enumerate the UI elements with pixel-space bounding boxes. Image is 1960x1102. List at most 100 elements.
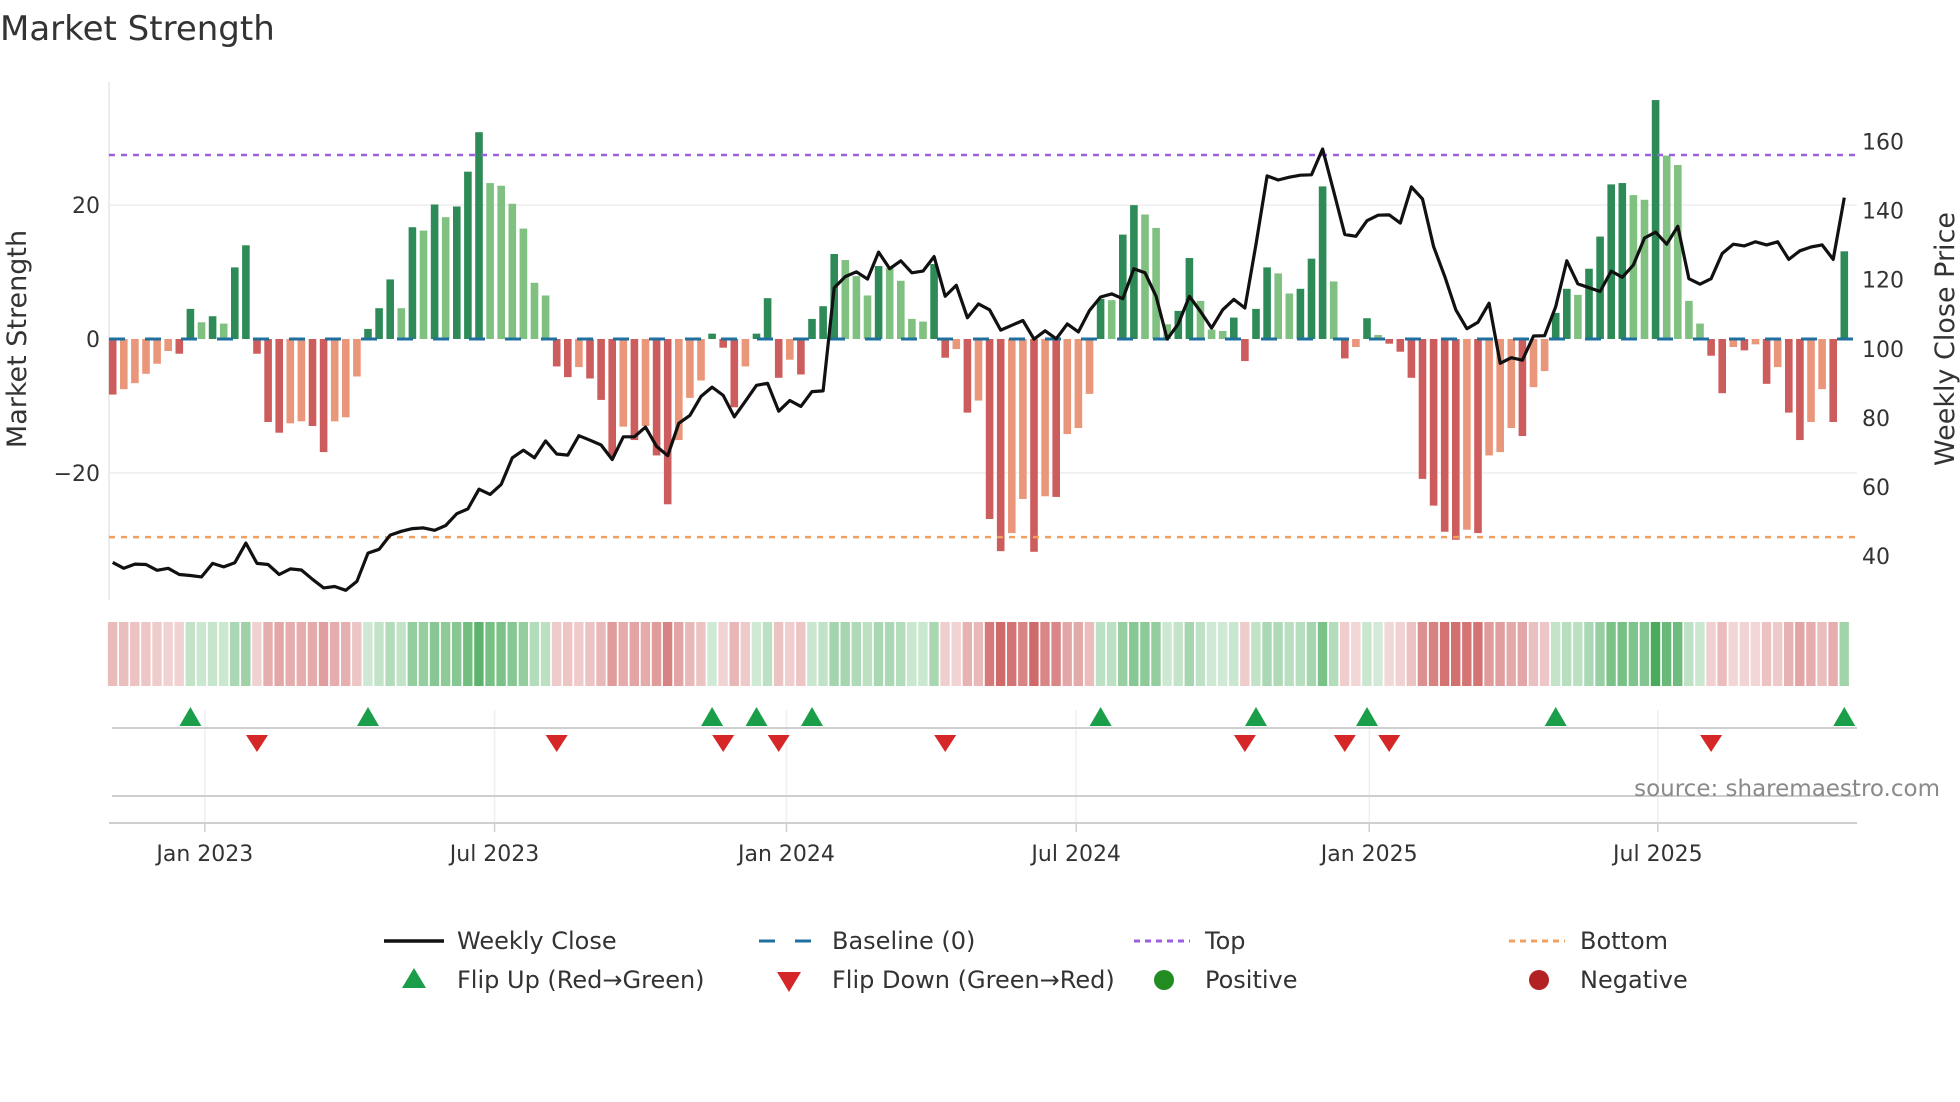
heat-cell [1573,622,1583,686]
heat-cell [241,622,251,686]
heat-cell [1118,622,1128,686]
heat-cell [1007,622,1017,686]
y2-axis-label: Weekly Close Price [1930,212,1960,466]
heat-cell [851,622,861,686]
heat-cell [407,622,417,686]
x-tick-label: Jul 2024 [1029,842,1121,867]
heat-cell [341,622,351,686]
heat-cell [662,622,673,686]
heat-cell [1606,622,1616,686]
heat-cell [1839,622,1849,686]
positive-bar [885,268,894,339]
x-tick-label: Jul 2023 [448,842,540,867]
positive-bar [475,132,483,339]
heat-cell [540,622,551,686]
positive-bar [541,295,550,339]
flip-up-marker [357,707,379,726]
negative-bar [630,338,639,441]
heat-cell [1328,622,1339,686]
heat-cell [1373,622,1383,686]
heat-cell [385,622,395,686]
heat-cell [1517,622,1527,686]
positive-bar [1840,251,1849,339]
positive-bar [1674,164,1682,339]
heat-cell [141,622,151,686]
heat-cell [1550,622,1561,686]
heat-cell [1451,622,1461,686]
negative-bar [663,338,672,505]
heat-cell [218,622,229,686]
heat-cell [429,622,440,686]
heat-cell [984,622,995,686]
heat-cell [152,622,162,686]
heat-cell [529,622,540,686]
heat-cell [1284,622,1294,686]
heat-cell [285,622,295,686]
heat-cell [951,622,961,686]
flip-up-marker [1245,707,1267,726]
heat-cell [696,622,706,686]
flip-markers [179,707,1856,752]
heat-cell [1428,622,1439,686]
negative-bar [697,338,705,381]
negative-bar [1452,338,1460,540]
flip-down-marker [1378,735,1401,752]
positive-bar [397,308,406,339]
heat-cell [329,622,340,686]
x-tick-label: Jan 2023 [154,842,253,867]
positive-bar [1585,268,1593,339]
y2-tick-label: 160 [1862,131,1904,156]
positive-bar [231,267,239,339]
flip-up-marker [745,707,768,726]
negative-bar [108,338,117,395]
negative-bar [1008,338,1016,534]
heat-cell [1217,622,1228,686]
negative-bar [786,338,794,360]
flip-down-marker [712,735,735,752]
heat-cell [1617,622,1627,686]
positive-bar [208,316,217,339]
negative-bar [131,338,139,384]
heat-cell [507,622,517,686]
source-note: source: sharemaestro.com [1634,776,1940,802]
heat-cell [1650,622,1661,686]
positive-bar [852,276,861,339]
positive-bar [897,280,905,339]
heat-cell [1628,622,1638,686]
positive-bar [1685,300,1693,339]
market-strength-chart: Market Strength Market Strength Weekly C… [0,9,1960,994]
y2-tick-label: 100 [1862,338,1904,363]
heat-cell [718,622,728,686]
strength-bars [108,100,1849,552]
heat-cell [130,622,140,686]
positive-bar [1618,183,1627,339]
flip-down-marker [545,735,568,752]
heat-cell [563,622,573,686]
negative-bar [142,338,150,374]
heat-cell [1195,622,1206,686]
heat-cell [1739,622,1749,686]
heat-cell [896,622,906,686]
y2-tick-label: 80 [1862,407,1890,432]
y2-tick-label: 40 [1862,545,1890,570]
positive-bar [1363,318,1371,339]
negative-bar [1818,338,1826,390]
y-tick-label: −20 [54,462,100,487]
heat-cell [1684,622,1694,686]
positive-bar [441,217,450,339]
heat-cell [1129,622,1139,686]
negative-bar [552,338,561,367]
negative-bar [164,338,172,352]
heat-cell [807,622,817,686]
negative-bar [175,338,184,354]
positive-bar [375,308,383,339]
negative-bar [1740,338,1749,351]
legend-label: Baseline (0) [832,927,975,955]
heat-cell [1384,622,1394,686]
x-tick-label: Jan 2024 [736,842,835,867]
heat-cell [1317,622,1328,686]
heat-cell [1595,622,1605,686]
heat-cell [674,622,684,686]
positive-bar [1307,258,1316,339]
positive-bar [197,322,206,339]
